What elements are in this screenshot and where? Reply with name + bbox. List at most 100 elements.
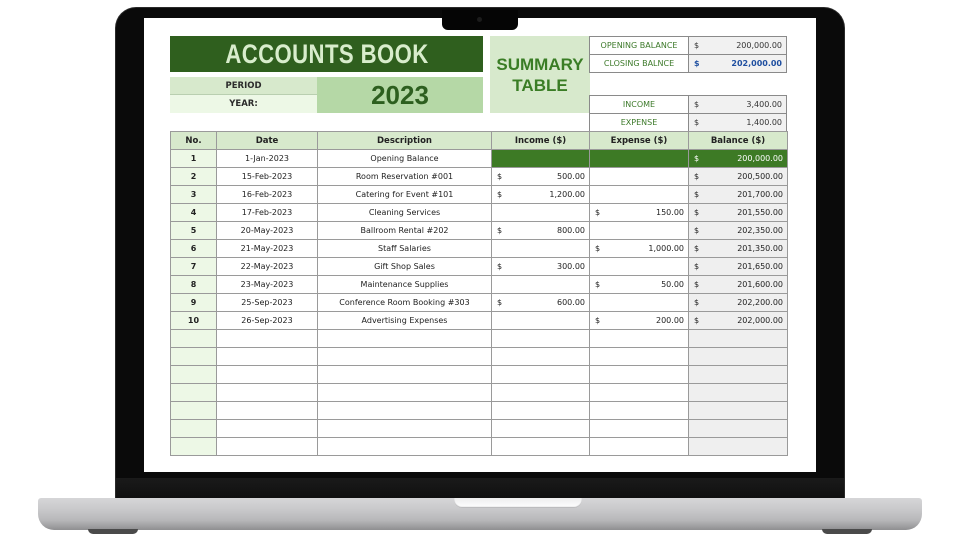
expense-cell[interactable]: $200.00 [589, 311, 689, 330]
income-cell[interactable] [491, 383, 590, 402]
date-cell[interactable]: 25-Sep-2023 [216, 293, 318, 312]
income-cell[interactable]: $800.00 [491, 221, 590, 240]
row-number-cell[interactable]: 6 [170, 239, 217, 258]
balance-cell[interactable]: $201,350.00 [688, 239, 788, 258]
description-cell[interactable]: Cleaning Services [317, 203, 492, 222]
balance-cell[interactable]: $201,700.00 [688, 185, 788, 204]
date-cell[interactable] [216, 437, 318, 456]
income-cell[interactable] [491, 311, 590, 330]
expense-cell[interactable] [589, 365, 689, 384]
date-cell[interactable] [216, 365, 318, 384]
description-cell[interactable] [317, 365, 492, 384]
date-cell[interactable] [216, 401, 318, 420]
row-number-cell[interactable] [170, 347, 217, 366]
expense-cell[interactable] [589, 437, 689, 456]
balance-cell[interactable]: $202,000.00 [688, 311, 788, 330]
date-cell[interactable] [216, 419, 318, 438]
description-cell[interactable] [317, 401, 492, 420]
date-cell[interactable]: 16-Feb-2023 [216, 185, 318, 204]
description-cell[interactable]: Catering for Event #101 [317, 185, 492, 204]
expense-cell[interactable] [589, 383, 689, 402]
column-header-date[interactable]: Date [216, 131, 318, 150]
balance-cell[interactable]: $200,500.00 [688, 167, 788, 186]
income-cell[interactable] [491, 329, 590, 348]
date-cell[interactable]: 22-May-2023 [216, 257, 318, 276]
balance-cell[interactable] [688, 437, 788, 456]
description-cell[interactable]: Staff Salaries [317, 239, 492, 258]
description-cell[interactable]: Conference Room Booking #303 [317, 293, 492, 312]
income-cell[interactable] [491, 149, 590, 168]
balance-cell[interactable]: $201,550.00 [688, 203, 788, 222]
expense-cell[interactable] [589, 185, 689, 204]
date-cell[interactable] [216, 383, 318, 402]
closing-balance-value[interactable]: 202,000.00 [704, 54, 787, 73]
description-cell[interactable]: Maintenance Supplies [317, 275, 492, 294]
row-number-cell[interactable] [170, 419, 217, 438]
row-number-cell[interactable]: 5 [170, 221, 217, 240]
income-cell[interactable] [491, 437, 590, 456]
expense-cell[interactable]: $1,000.00 [589, 239, 689, 258]
date-cell[interactable]: 26-Sep-2023 [216, 311, 318, 330]
date-cell[interactable]: 20-May-2023 [216, 221, 318, 240]
balance-cell[interactable]: $200,000.00 [688, 149, 788, 168]
income-cell[interactable] [491, 239, 590, 258]
column-header-no[interactable]: No. [170, 131, 217, 150]
expense-cell[interactable] [589, 401, 689, 420]
row-number-cell[interactable]: 4 [170, 203, 217, 222]
expense-total-value[interactable]: 1,400.00 [704, 113, 787, 132]
column-header-description[interactable]: Description [317, 131, 492, 150]
date-cell[interactable] [216, 329, 318, 348]
balance-cell[interactable]: $201,650.00 [688, 257, 788, 276]
balance-cell[interactable]: $201,600.00 [688, 275, 788, 294]
date-cell[interactable]: 21-May-2023 [216, 239, 318, 258]
expense-cell[interactable] [589, 149, 689, 168]
column-header-balance[interactable]: Balance ($) [688, 131, 788, 150]
income-cell[interactable]: $500.00 [491, 167, 590, 186]
description-cell[interactable] [317, 347, 492, 366]
row-number-cell[interactable] [170, 437, 217, 456]
description-cell[interactable] [317, 437, 492, 456]
year-value-cell[interactable]: 2023 [317, 77, 483, 113]
expense-cell[interactable] [589, 347, 689, 366]
expense-cell[interactable] [589, 221, 689, 240]
income-cell[interactable] [491, 347, 590, 366]
row-number-cell[interactable]: 2 [170, 167, 217, 186]
date-cell[interactable] [216, 347, 318, 366]
description-cell[interactable]: Room Reservation #001 [317, 167, 492, 186]
expense-cell[interactable]: $50.00 [589, 275, 689, 294]
income-cell[interactable] [491, 275, 590, 294]
description-cell[interactable]: Gift Shop Sales [317, 257, 492, 276]
date-cell[interactable]: 1-Jan-2023 [216, 149, 318, 168]
date-cell[interactable]: 15-Feb-2023 [216, 167, 318, 186]
expense-cell[interactable] [589, 419, 689, 438]
balance-cell[interactable] [688, 419, 788, 438]
income-cell[interactable] [491, 203, 590, 222]
balance-cell[interactable] [688, 329, 788, 348]
income-cell[interactable] [491, 419, 590, 438]
row-number-cell[interactable]: 3 [170, 185, 217, 204]
row-number-cell[interactable] [170, 365, 217, 384]
income-cell[interactable] [491, 401, 590, 420]
row-number-cell[interactable] [170, 329, 217, 348]
description-cell[interactable] [317, 383, 492, 402]
balance-cell[interactable] [688, 365, 788, 384]
date-cell[interactable]: 17-Feb-2023 [216, 203, 318, 222]
expense-cell[interactable] [589, 167, 689, 186]
expense-cell[interactable] [589, 257, 689, 276]
income-cell[interactable] [491, 365, 590, 384]
expense-cell[interactable] [589, 329, 689, 348]
row-number-cell[interactable] [170, 383, 217, 402]
column-header-income[interactable]: Income ($) [491, 131, 590, 150]
balance-cell[interactable] [688, 383, 788, 402]
description-cell[interactable]: Ballroom Rental #202 [317, 221, 492, 240]
balance-cell[interactable]: $202,200.00 [688, 293, 788, 312]
row-number-cell[interactable]: 7 [170, 257, 217, 276]
income-cell[interactable]: $600.00 [491, 293, 590, 312]
opening-balance-value[interactable]: 200,000.00 [704, 36, 787, 55]
income-cell[interactable]: $300.00 [491, 257, 590, 276]
income-cell[interactable]: $1,200.00 [491, 185, 590, 204]
row-number-cell[interactable]: 1 [170, 149, 217, 168]
expense-cell[interactable] [589, 293, 689, 312]
row-number-cell[interactable]: 8 [170, 275, 217, 294]
income-total-value[interactable]: 3,400.00 [704, 95, 787, 114]
